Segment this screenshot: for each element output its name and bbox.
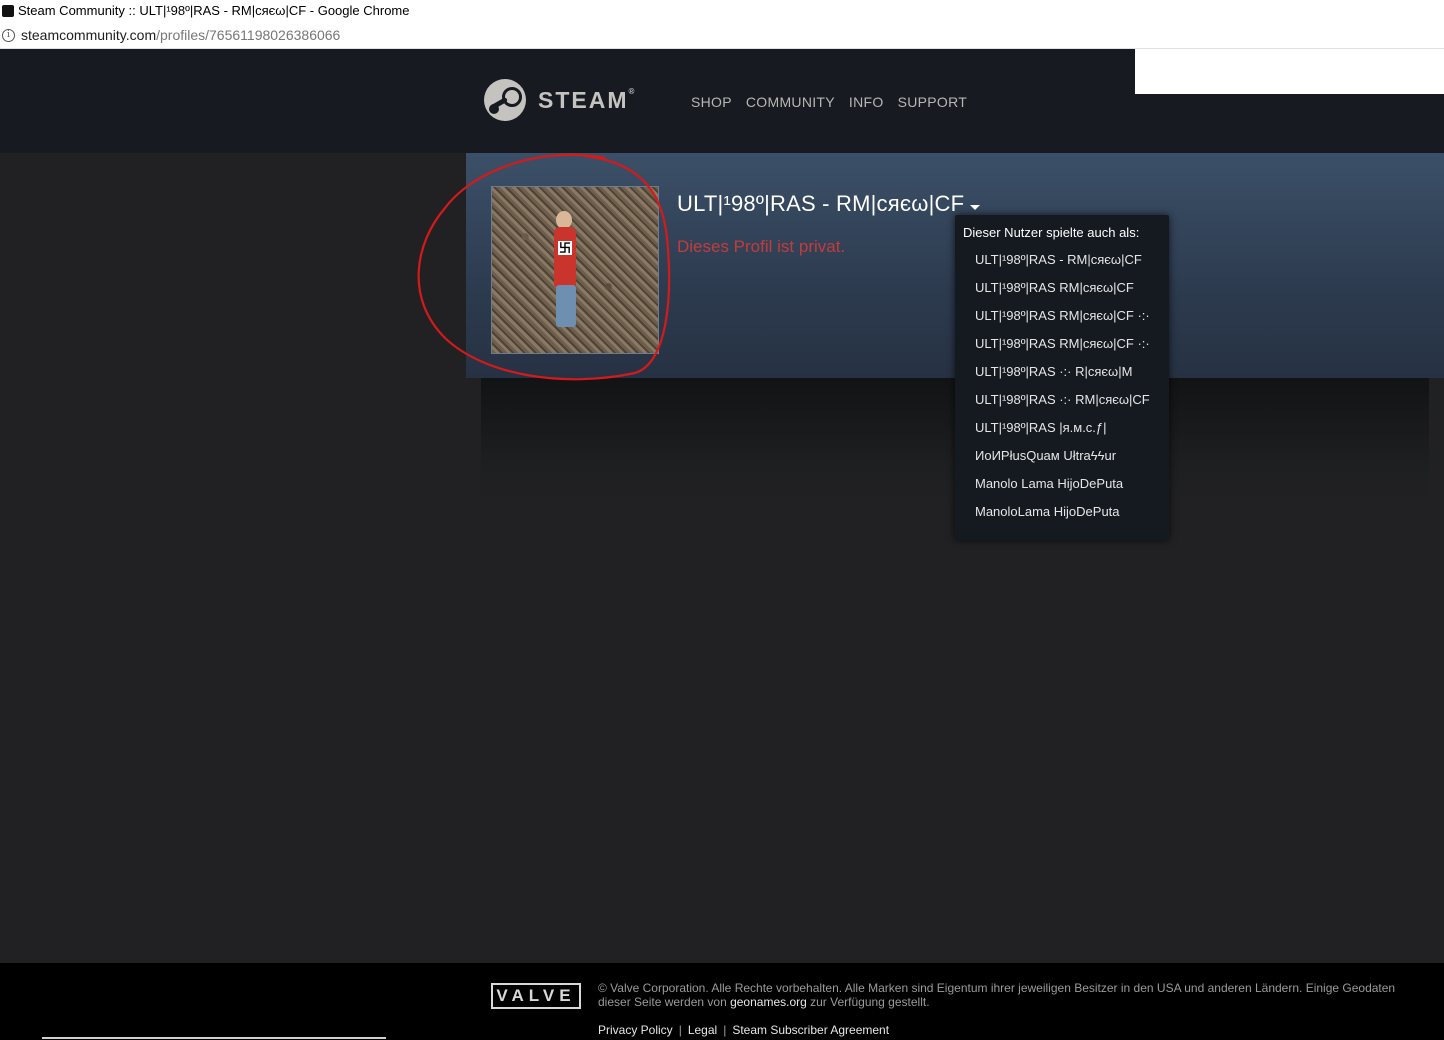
steam-logo-text: STEAM®	[538, 86, 635, 113]
alias-item: ULT|¹98º|RAS RM|cяєω|CF ·:·	[975, 308, 1150, 323]
steam-favicon-icon	[2, 5, 14, 17]
alias-item: ManoloLama HijoDePuta	[975, 504, 1120, 519]
privacy-policy-link[interactable]: Privacy Policy	[598, 1023, 673, 1037]
steam-logo[interactable]: STEAM®	[484, 79, 634, 121]
subscriber-agreement-link[interactable]: Steam Subscriber Agreement	[732, 1023, 889, 1037]
profile-avatar[interactable]: 卐	[491, 186, 659, 354]
persona-name: ULT|¹98º|RAS - RM|cяєω|CF	[677, 191, 965, 216]
nav-support[interactable]: SUPPORT	[898, 94, 968, 110]
legal-link[interactable]: Legal	[688, 1023, 717, 1037]
alias-item: ULT|¹98º|RAS |я.м.c.ƒ|	[975, 420, 1107, 435]
alias-item: ULT|¹98º|RAS RM|cяєω|CF	[975, 280, 1134, 295]
alias-item: ULT|¹98º|RAS - RM|cяєω|CF	[975, 252, 1142, 267]
alias-title: Dieser Nutzer spielte auch als:	[963, 225, 1140, 240]
alias-item: ИoИPłusQuaм Ułtraϟϟur	[975, 448, 1117, 463]
info-icon[interactable]: i	[2, 28, 15, 42]
persona-name-row[interactable]: ULT|¹98º|RAS - RM|cяєω|CF	[677, 191, 981, 217]
geonames-link[interactable]: geonames.org	[730, 995, 807, 1009]
alias-item: ULT|¹98º|RAS RM|cяєω|CF ·:·	[975, 336, 1150, 351]
window-title: Steam Community :: ULT|¹98º|RAS - RM|cяє…	[18, 3, 410, 18]
alias-item: Manolo Lama HijoDePuta	[975, 476, 1124, 491]
address-bar[interactable]: i steamcommunity.com/profiles/7656119802…	[0, 22, 1444, 49]
link-separator: |	[723, 1023, 727, 1037]
link-separator: |	[678, 1023, 682, 1037]
alias-history-popup: Dieser Nutzer spielte auch als: ULT|¹98º…	[955, 215, 1169, 540]
alias-item: ULT|¹98º|RAS ·:· RM|cяєω|CF	[975, 392, 1150, 407]
steam-logo-icon	[484, 79, 526, 121]
flag-symbol-icon: 卐	[558, 241, 572, 255]
blank-area	[1135, 49, 1444, 94]
chevron-down-icon[interactable]	[970, 204, 981, 210]
browser-title-bar: Steam Community :: ULT|¹98º|RAS - RM|cяє…	[0, 0, 1444, 22]
alias-item: ULT|¹98º|RAS ·:· R|cяєω|M	[975, 364, 1133, 379]
copyright-text: © Valve Corporation. Alle Rechte vorbeha…	[598, 981, 1396, 1009]
nav-community[interactable]: COMMUNITY	[746, 94, 835, 110]
nav-shop[interactable]: SHOP	[691, 94, 732, 110]
main-nav: SHOP COMMUNITY INFO SUPPORT	[691, 94, 967, 110]
divider	[42, 1037, 386, 1039]
alias-list: ULT|¹98º|RAS - RM|cяєω|CF ULT|¹98º|RAS R…	[975, 252, 1150, 532]
valve-logo[interactable]: VALVE	[491, 983, 581, 1009]
url-host[interactable]: steamcommunity.com	[21, 22, 156, 48]
private-profile-notice: Dieses Profil ist privat.	[677, 237, 846, 256]
nav-info[interactable]: INFO	[849, 94, 884, 110]
footer-links: Privacy Policy | Legal | Steam Subscribe…	[598, 1023, 889, 1037]
url-path[interactable]: /profiles/76561198026386066	[156, 22, 340, 48]
